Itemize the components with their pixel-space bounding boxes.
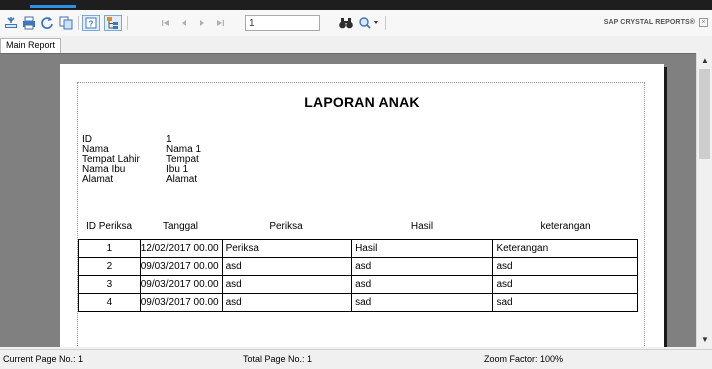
status-bar: Current Page No.: 1 Total Page No.: 1 Zo… [0,349,712,369]
column-header-tanggal: Tanggal [162,221,199,232]
group-tree-icon[interactable] [104,15,122,31]
column-header-periksa: Periksa [269,221,303,232]
scrollbar-thumb[interactable] [699,69,710,159]
cell-id-periksa: 1 [78,239,141,258]
cell-periksa: asd [221,293,353,312]
column-header-hasil: Hasil [410,221,434,232]
export-icon[interactable] [3,15,19,31]
viewer-toolbar: ? SAP CRYSTAL REPORTS® × [0,10,712,36]
svg-text:?: ? [89,20,94,29]
table-row: 3 09/03/2017 00.00 asd asd asd [78,275,638,294]
field-value-alamat: Alamat [166,174,198,185]
status-zoom-factor: Zoom Factor: 100% [484,354,564,364]
cell-hasil: sad [351,293,494,312]
scroll-up-icon[interactable]: ▲ [697,53,712,68]
scroll-down-icon[interactable]: ▼ [697,332,712,347]
active-window-accent [30,5,76,8]
status-total-page: Total Page No.: 1 [243,354,313,364]
parameters-icon[interactable]: ? [82,15,100,31]
refresh-icon[interactable] [39,15,55,31]
first-page-icon[interactable] [160,15,172,31]
cell-hasil: Hasil [351,239,494,258]
report-title: LAPORAN ANAK [304,94,420,110]
report-canvas[interactable]: LAPORAN ANAK ID 1 Nama Nama 1 Tempat Lah… [0,53,712,347]
cell-tanggal: 09/03/2017 00.00 [139,275,223,294]
last-page-icon[interactable] [214,15,226,31]
status-current-page: Current Page No.: 1 [3,354,84,364]
cell-id-periksa: 4 [78,293,141,312]
brand-logo: SAP CRYSTAL REPORTS® [603,19,695,26]
window-top-bar [0,0,712,10]
cell-keterangan: asd [492,257,638,276]
toolbar-separator [385,16,386,30]
cell-tanggal: 09/03/2017 00.00 [139,257,223,276]
report-page: LAPORAN ANAK ID 1 Nama Nama 1 Tempat Lah… [60,64,664,347]
cell-keterangan: Keterangan [492,239,638,258]
cell-keterangan: asd [492,275,638,294]
cell-hasil: asd [351,275,494,294]
cell-hasil: asd [351,257,494,276]
toolbar-separator [78,16,79,30]
page-number-input[interactable] [245,15,320,31]
report-table: 1 12/02/2017 00.00 Periksa Hasil Keteran… [78,239,638,312]
cell-periksa: Periksa [221,239,353,258]
previous-page-icon[interactable] [178,15,190,31]
copy-icon[interactable] [58,15,74,31]
table-row: 2 09/03/2017 00.00 asd asd asd [78,257,638,276]
crystal-report-viewer: ? SAP CRYSTAL REPORTS® × Main Report [0,10,712,369]
cell-tanggal: 09/03/2017 00.00 [139,293,223,312]
column-header-keterangan: keterangan [540,221,591,232]
toolbar-separator [127,16,128,30]
binoculars-icon[interactable] [338,15,354,31]
cell-tanggal: 12/02/2017 00.00 [139,239,223,258]
cell-periksa: asd [221,257,353,276]
field-label-alamat: Alamat [82,174,114,185]
print-icon[interactable] [21,15,37,31]
vertical-scrollbar[interactable]: ▲ ▼ [696,53,712,347]
cell-id-periksa: 3 [78,275,141,294]
close-icon[interactable]: × [699,18,708,27]
table-row: 4 09/03/2017 00.00 asd sad sad [78,293,638,312]
tab-main-report[interactable]: Main Report [0,38,61,53]
next-page-icon[interactable] [196,15,208,31]
zoom-icon[interactable] [358,15,380,31]
column-header-id-periksa: ID Periksa [85,221,133,232]
cell-periksa: asd [221,275,353,294]
cell-id-periksa: 2 [78,257,141,276]
cell-keterangan: sad [492,293,638,312]
table-row: 1 12/02/2017 00.00 Periksa Hasil Keteran… [78,239,638,258]
